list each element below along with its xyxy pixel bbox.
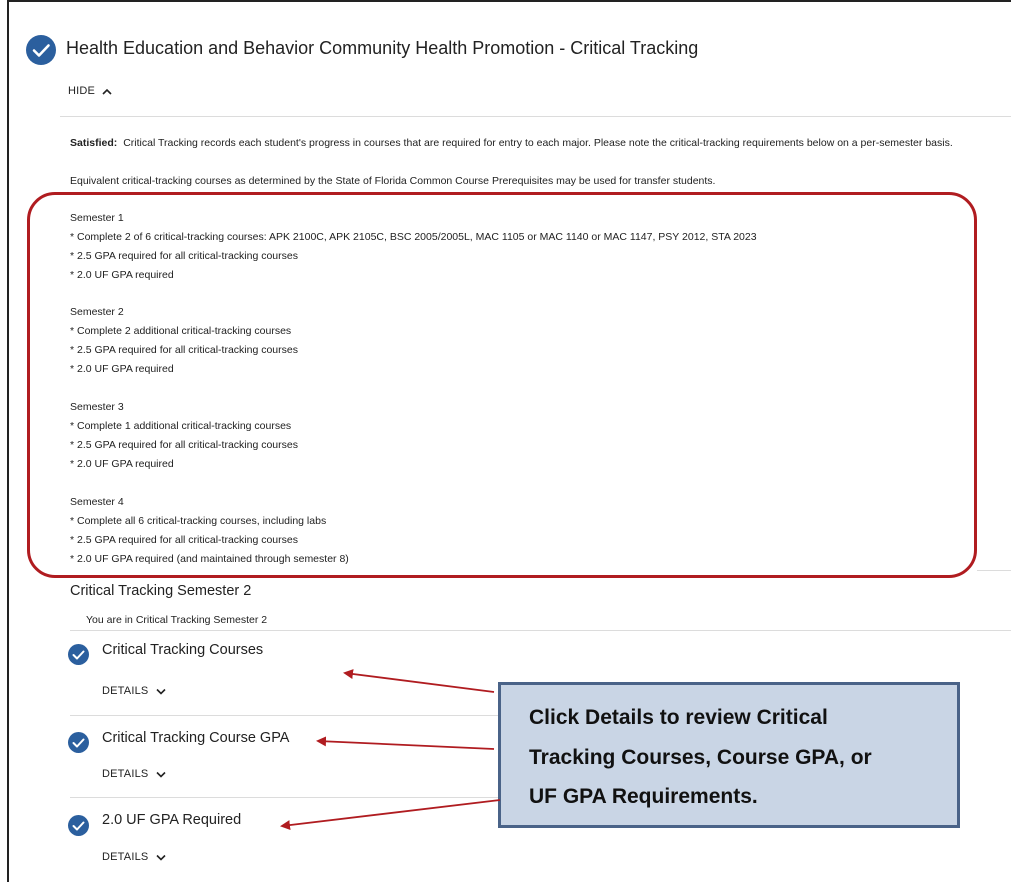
arrow-to-courses [343,669,495,693]
arrow-to-uf-gpa [280,799,501,831]
callout-arrows [280,669,501,831]
arrow-to-course-gpa [316,736,495,750]
